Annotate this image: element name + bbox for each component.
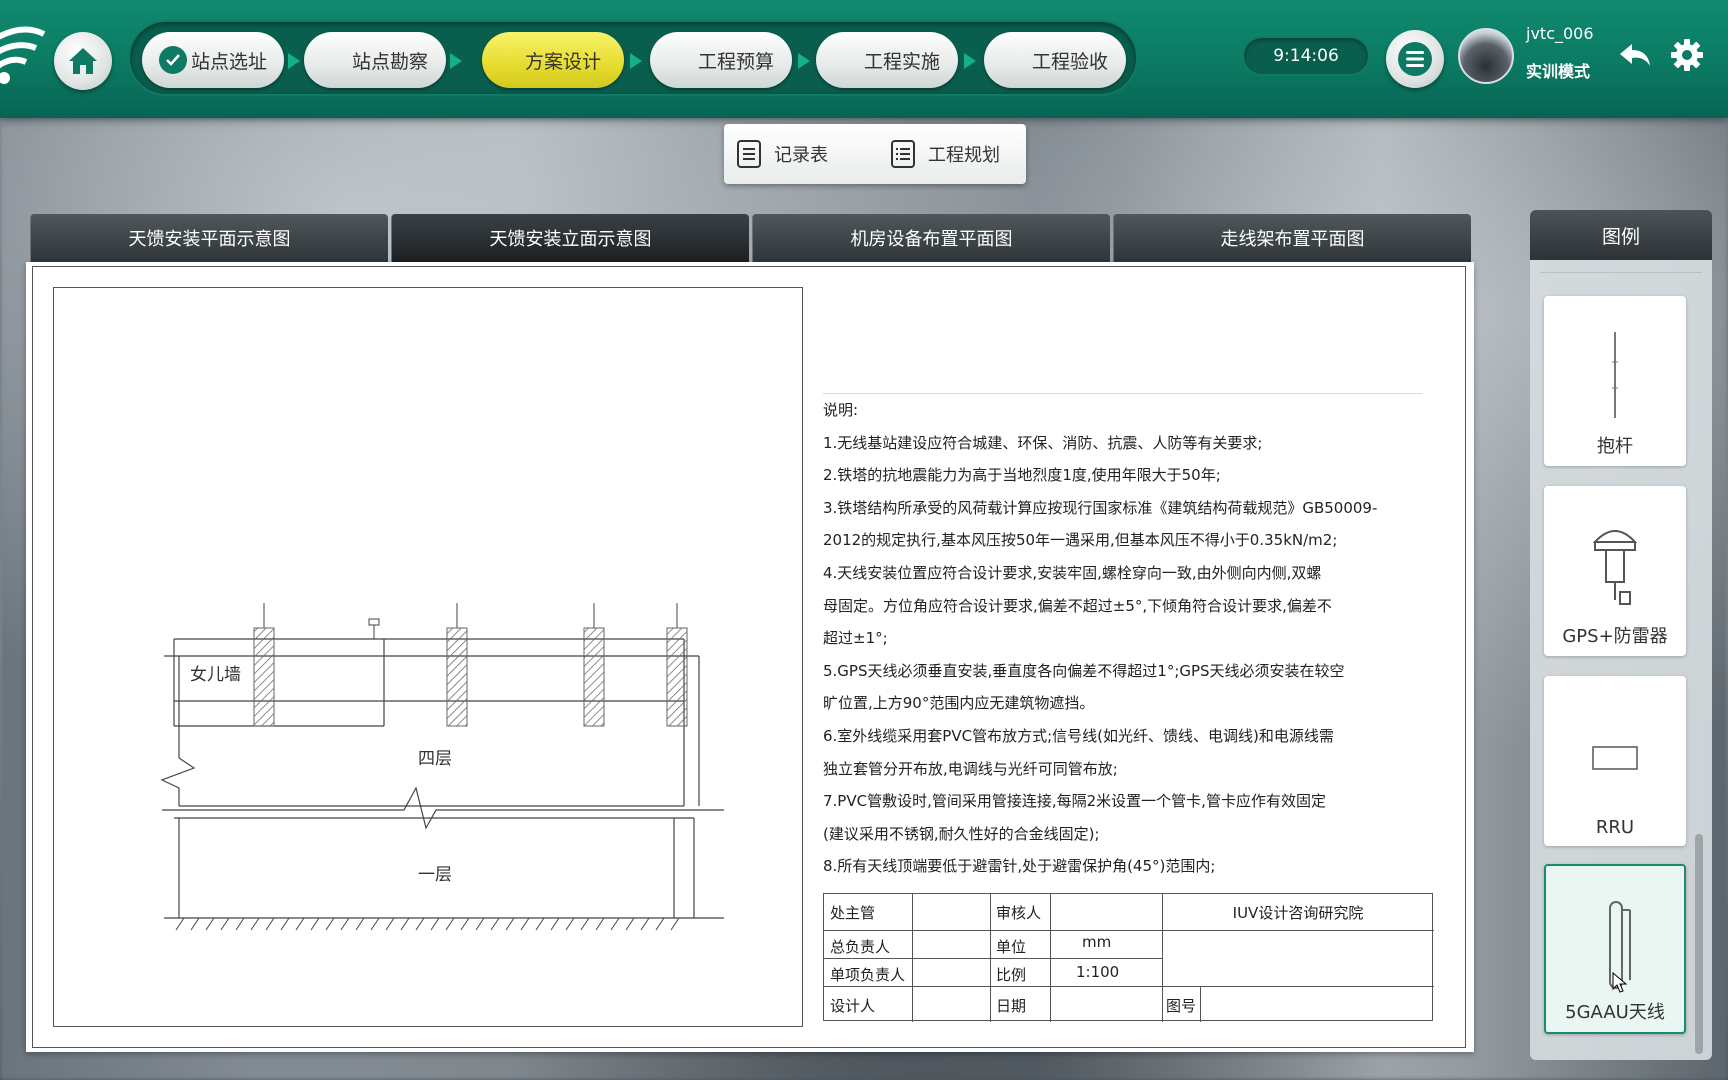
tb-designer: 设计人 xyxy=(830,996,876,1015)
design-notes: 说明: 1.无线基站建设应符合城建、环保、消防、抗震、人防等有关要求; 2.铁塔… xyxy=(823,393,1423,883)
tb-unit-value: mm xyxy=(1082,933,1112,951)
step-label: 工程实施 xyxy=(863,50,940,73)
step-acceptance[interactable]: 工程验收 xyxy=(984,32,1126,88)
note-line: 4.天线安装位置应符合设计要求,安装牢固,螺栓穿向一致,由外侧向内侧,双螺 xyxy=(823,563,1322,582)
document-icon xyxy=(737,140,761,168)
tab-antenna-plan[interactable]: 天馈安装平面示意图 xyxy=(30,214,388,262)
step-scheme-design[interactable]: 方案设计 xyxy=(482,32,624,88)
legend-scrollbar[interactable] xyxy=(1695,834,1703,1054)
step-arrow-icon xyxy=(450,53,462,69)
step-label: 方案设计 xyxy=(524,50,601,73)
tb-scale-value: 1:100 xyxy=(1076,963,1120,981)
note-line: 母固定。方位角应符合设计要求,偏差不超过±5°,下倾角符合设计要求,偏差不 xyxy=(823,596,1332,615)
tb-item-lead: 单项负责人 xyxy=(830,965,906,984)
check-icon xyxy=(158,46,187,74)
note-line: 7.PVC管敷设时,管间采用管接连接,每隔2米设置一个管卡,管卡应作有效固定 xyxy=(823,792,1326,811)
wifi-logo-icon xyxy=(0,26,46,84)
tb-date-label: 日期 xyxy=(996,996,1027,1015)
note-line: 旷位置,上方90°范围内应无建筑物遮挡。 xyxy=(823,694,1095,713)
step-arrow-icon xyxy=(798,53,810,69)
menu-button[interactable] xyxy=(1386,30,1444,88)
tb-drawing-no: 图号 xyxy=(1166,996,1197,1015)
legend-item-label: RRU xyxy=(1595,817,1635,838)
drawing-tabs: 天馈安装平面示意图 天馈安装立面示意图 机房设备布置平面图 走线架布置平面图 xyxy=(30,214,1474,262)
record-table-button[interactable]: 记录表 xyxy=(736,138,828,170)
note-line: 6.室外线缆采用套PVC管布放方式;信号线(如光纤、馈线、电调线)和电源线需 xyxy=(823,726,1334,745)
top-bar: 站点选址 站点勘察 方案设计 工程预算 工程实施 工程验收 9:14:06 jv… xyxy=(0,0,1728,118)
legend-panel: 图例 抱杆 GPS+防雷器 RRU 5GAAU天线 xyxy=(1530,210,1712,1060)
rru-icon xyxy=(1592,746,1638,770)
tb-scale-label: 比例 xyxy=(996,965,1027,984)
record-panel: 记录表 工程规划 xyxy=(724,124,1026,184)
drawing-sheet: 女儿墙 四层 一层 说明: 1.无线基站建设应符合城建、环保、消防、抗震、人防等… xyxy=(26,262,1474,1052)
title-block: 处主管 审核人 IUV设计咨询研究院 总负责人 单位 mm 单项负责人 比例 1… xyxy=(823,893,1434,1022)
note-line: 2.铁塔的抗地震能力为高于当地烈度1度,使用年限大于50年; xyxy=(823,466,1221,485)
legend-item-label: 抱杆 xyxy=(1597,436,1633,457)
back-icon[interactable] xyxy=(1618,40,1652,70)
note-line: 5.GPS天线必须垂直安装,垂直度各向偏差不得超过1°;GPS天线必须安装在较空 xyxy=(823,661,1345,680)
step-arrow-icon xyxy=(630,53,642,69)
step-arrow-icon xyxy=(288,53,300,69)
parapet-label: 女儿墙 xyxy=(190,665,241,685)
gps-arrester-icon xyxy=(1592,530,1638,605)
home-button[interactable] xyxy=(54,32,112,90)
notes-heading: 说明: xyxy=(823,393,1423,427)
legend-item-pole[interactable]: 抱杆 xyxy=(1544,296,1686,466)
record-table-label: 记录表 xyxy=(774,145,828,166)
step-site-selection[interactable]: 站点选址 xyxy=(142,32,284,88)
building-elevation-drawing xyxy=(160,603,724,931)
list-document-icon xyxy=(891,140,915,168)
step-site-survey[interactable]: 站点勘察 xyxy=(304,32,446,88)
elevation-sketch[interactable]: 女儿墙 四层 一层 xyxy=(53,287,803,1027)
legend-title: 图例 xyxy=(1530,210,1712,260)
legend-item-gps-arrester[interactable]: GPS+防雷器 xyxy=(1544,486,1686,656)
note-line: 2012的规定执行,基本风压按50年一遇采用,但基本风压不得小于0.35kN/m… xyxy=(823,531,1338,550)
note-line: (建议采用不锈钢,耐久性好的合金线固定); xyxy=(823,824,1100,843)
floor1-label: 一层 xyxy=(418,865,452,885)
tb-chief: 处主管 xyxy=(830,903,876,922)
drawing-border: 女儿墙 四层 一层 说明: 1.无线基站建设应符合城建、环保、消防、抗震、人防等… xyxy=(32,266,1466,1048)
clock-display: 9:14:06 xyxy=(1242,36,1370,76)
tab-cable-tray-layout[interactable]: 走线架布置平面图 xyxy=(1113,214,1471,262)
legend-item-rru[interactable]: RRU xyxy=(1544,676,1686,846)
step-label: 工程预算 xyxy=(697,50,774,73)
floor4-label: 四层 xyxy=(418,749,452,769)
project-plan-button[interactable]: 工程规划 xyxy=(890,138,1000,170)
mouse-cursor-icon xyxy=(1612,972,1628,993)
tb-institute: IUV设计咨询研究院 xyxy=(1232,903,1364,922)
tb-general-lead: 总负责人 xyxy=(830,937,891,956)
step-arrow-icon xyxy=(964,53,976,69)
user-mode: 实训模式 xyxy=(1526,62,1591,81)
legend-list[interactable]: 抱杆 GPS+防雷器 RRU 5GAAU天线 xyxy=(1530,260,1712,1060)
user-name: jvtc_006 xyxy=(1526,24,1594,43)
step-implementation[interactable]: 工程实施 xyxy=(816,32,958,88)
step-budget[interactable]: 工程预算 xyxy=(650,32,792,88)
legend-item-5g-aau[interactable]: 5GAAU天线 xyxy=(1544,864,1686,1034)
pole-icon xyxy=(1612,332,1618,418)
step-label: 站点勘察 xyxy=(351,50,428,73)
note-line: 独立套管分开布放,电调线与光纤可同管布放; xyxy=(823,759,1118,778)
note-line: 超过±1°; xyxy=(823,629,888,648)
tab-antenna-elevation[interactable]: 天馈安装立面示意图 xyxy=(391,214,749,262)
legend-item-label: 5GAAU天线 xyxy=(1565,1002,1665,1023)
hamburger-icon xyxy=(1398,42,1432,76)
project-plan-label: 工程规划 xyxy=(928,145,1000,166)
tab-equipment-room-layout[interactable]: 机房设备布置平面图 xyxy=(752,214,1110,262)
gear-icon[interactable] xyxy=(1670,38,1704,72)
legend-item-label: GPS+防雷器 xyxy=(1562,626,1668,647)
workflow-steps: 站点选址 站点勘察 方案设计 工程预算 工程实施 工程验收 xyxy=(128,20,1138,96)
note-line: 8.所有天线顶端要低于避雷针,处于避雷保护角(45°)范围内; xyxy=(823,857,1216,876)
tb-unit-label: 单位 xyxy=(996,937,1027,956)
avatar[interactable] xyxy=(1458,28,1514,84)
step-label: 站点选址 xyxy=(190,50,267,73)
tb-reviewer: 审核人 xyxy=(996,903,1042,922)
home-icon xyxy=(69,48,97,74)
note-line: 3.铁塔结构所承受的风荷载计算应按现行国家标准《建筑结构荷载规范》GB50009… xyxy=(823,498,1378,517)
step-label: 工程验收 xyxy=(1031,50,1108,73)
note-line: 1.无线基站建设应符合城建、环保、消防、抗震、人防等有关要求; xyxy=(823,433,1263,452)
